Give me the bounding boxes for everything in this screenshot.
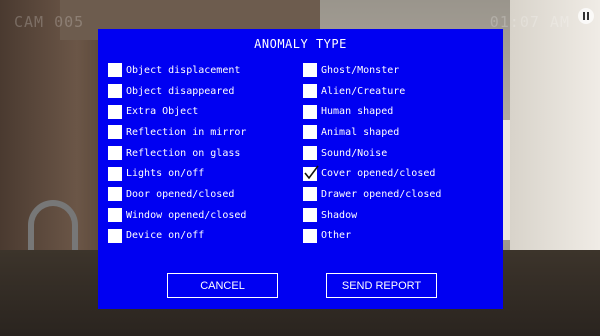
anomaly-option-label: Sound/Noise bbox=[321, 147, 388, 159]
anomaly-option-label: Cover opened/closed bbox=[321, 168, 436, 180]
anomaly-option-label: Lights on/off bbox=[126, 168, 205, 180]
anomaly-option[interactable]: Lights on/off bbox=[108, 163, 246, 184]
anomaly-option-label: Human shaped bbox=[321, 106, 394, 118]
anomaly-option-label: Alien/Creature bbox=[321, 85, 406, 97]
anomaly-option[interactable]: Object disappeared bbox=[108, 81, 246, 102]
anomaly-option-label: Door opened/closed bbox=[126, 188, 235, 200]
checkbox[interactable] bbox=[108, 84, 122, 99]
checkbox[interactable] bbox=[303, 228, 317, 243]
anomaly-option[interactable]: Ghost/Monster bbox=[303, 60, 441, 81]
anomaly-option-label: Reflection on glass bbox=[126, 147, 241, 159]
anomaly-option-label: Animal shaped bbox=[321, 126, 400, 138]
anomaly-option[interactable]: Shadow bbox=[303, 205, 441, 226]
checkbox[interactable] bbox=[108, 228, 122, 243]
anomaly-option[interactable]: Drawer opened/closed bbox=[303, 184, 441, 205]
checkbox[interactable] bbox=[108, 104, 122, 119]
checkbox[interactable] bbox=[303, 125, 317, 140]
anomaly-option[interactable]: Window opened/closed bbox=[108, 205, 246, 226]
dialog-title: ANOMALY TYPE bbox=[254, 37, 347, 51]
anomaly-option-label: Drawer opened/closed bbox=[321, 188, 442, 200]
checkbox[interactable] bbox=[108, 166, 122, 181]
right-options-column: Ghost/Monster Alien/Creature Human shaped A… bbox=[303, 60, 441, 246]
anomaly-option[interactable]: Alien/Creature bbox=[303, 81, 441, 102]
faucet bbox=[28, 200, 78, 250]
checkbox[interactable] bbox=[303, 104, 317, 119]
anomaly-report-dialog: ANOMALY TYPE Object displacement Object d… bbox=[98, 29, 503, 309]
checkbox[interactable] bbox=[108, 187, 122, 202]
send-report-button[interactable]: SEND REPORT bbox=[326, 273, 437, 298]
checkbox[interactable] bbox=[303, 208, 317, 223]
anomaly-option-label: Object displacement bbox=[126, 64, 241, 76]
anomaly-option-label: Other bbox=[321, 230, 352, 242]
checkbox[interactable] bbox=[303, 84, 317, 99]
checkbox[interactable] bbox=[303, 146, 317, 161]
anomaly-option[interactable]: Animal shaped bbox=[303, 122, 441, 143]
camera-label: CAM 005 bbox=[14, 13, 85, 31]
anomaly-option[interactable]: Human shaped bbox=[303, 101, 441, 122]
anomaly-option[interactable]: Device on/off bbox=[108, 226, 246, 247]
checkmark-icon bbox=[304, 165, 319, 180]
anomaly-option[interactable]: Cover opened/closed bbox=[303, 163, 441, 184]
anomaly-option[interactable]: Door opened/closed bbox=[108, 184, 246, 205]
checkbox[interactable] bbox=[303, 187, 317, 202]
pause-icon[interactable] bbox=[578, 8, 594, 24]
anomaly-option-label: Extra Object bbox=[126, 106, 199, 118]
anomaly-option-label: Window opened/closed bbox=[126, 209, 247, 221]
anomaly-option-label: Reflection in mirror bbox=[126, 126, 247, 138]
anomaly-option-label: Shadow bbox=[321, 209, 358, 221]
checkbox[interactable] bbox=[108, 125, 122, 140]
cancel-button[interactable]: CANCEL bbox=[167, 273, 278, 298]
checkbox[interactable] bbox=[303, 165, 319, 181]
anomaly-option[interactable]: Extra Object bbox=[108, 101, 246, 122]
left-options-column: Object displacement Object disappeared Ext… bbox=[108, 60, 246, 246]
anomaly-option[interactable]: Other bbox=[303, 226, 441, 247]
anomaly-option[interactable]: Reflection in mirror bbox=[108, 122, 246, 143]
anomaly-option[interactable]: Object displacement bbox=[108, 60, 246, 81]
anomaly-option-label: Device on/off bbox=[126, 230, 205, 242]
anomaly-option-label: Object disappeared bbox=[126, 85, 235, 97]
anomaly-option-label: Ghost/Monster bbox=[321, 64, 400, 76]
checkbox[interactable] bbox=[108, 146, 122, 161]
checkbox[interactable] bbox=[108, 208, 122, 223]
checkbox[interactable] bbox=[303, 63, 317, 78]
anomaly-option[interactable]: Sound/Noise bbox=[303, 143, 441, 164]
checkbox[interactable] bbox=[108, 63, 122, 78]
anomaly-option[interactable]: Reflection on glass bbox=[108, 143, 246, 164]
